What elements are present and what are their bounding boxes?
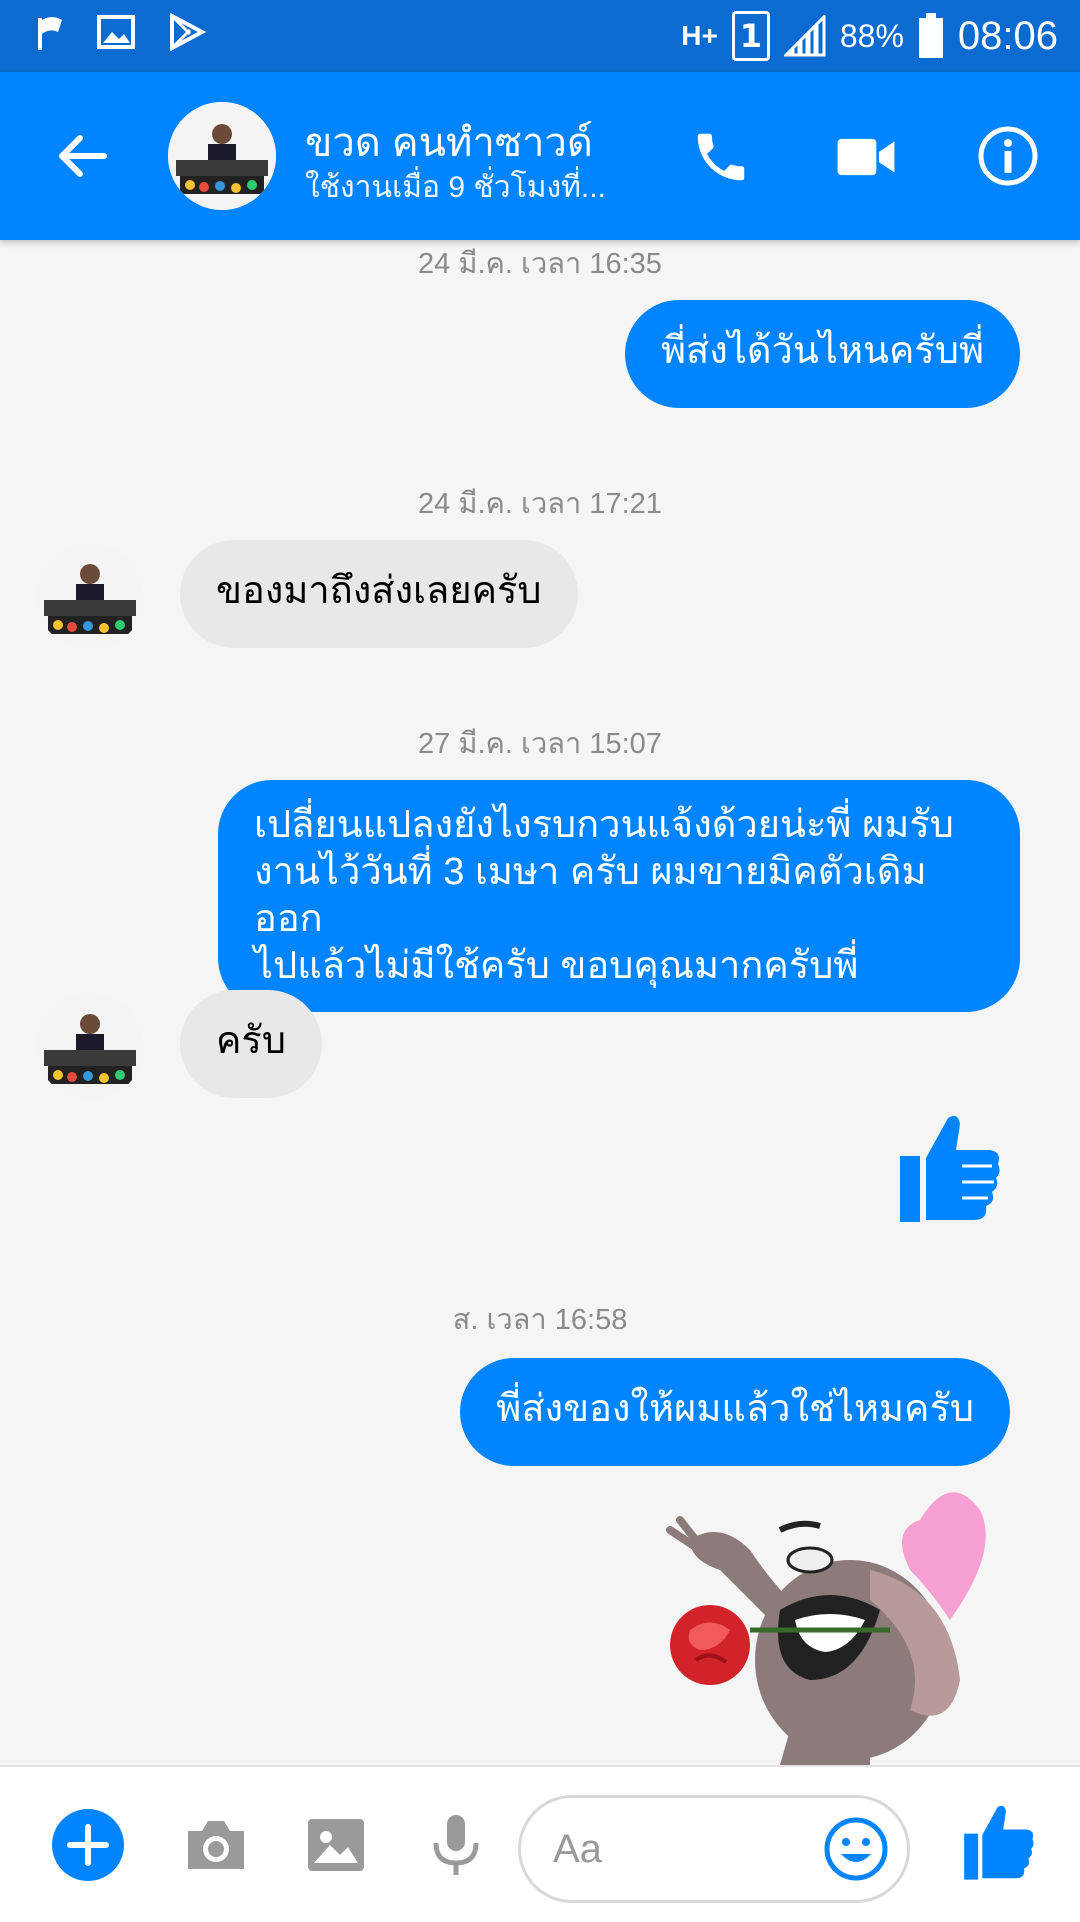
flag-notification-icon xyxy=(38,17,62,50)
timestamp: 24 มี.ค. เวลา 16:35 xyxy=(418,248,662,280)
dog-with-rose-sticker[interactable] xyxy=(630,1480,1010,1765)
contact-avatar-small[interactable] xyxy=(36,992,144,1100)
battery-icon xyxy=(918,13,943,58)
back-arrow-icon[interactable] xyxy=(50,124,114,188)
avatar-image xyxy=(36,992,144,1100)
signal-icon xyxy=(783,15,826,57)
message-input-box[interactable] xyxy=(518,1795,910,1903)
like-icon[interactable] xyxy=(960,1803,1038,1881)
emoji-icon[interactable] xyxy=(823,1816,889,1882)
contact-avatar-small[interactable] xyxy=(36,542,144,650)
message-line: เปลี่ยนแปลงยังไงรบกวนแจ้งด้วยน่ะพี่ ผมรั… xyxy=(254,804,954,846)
clock: 08:06 xyxy=(957,13,1058,58)
message-line: ไปแล้วไม่มีใช้ครับ ขอบคุณมากครับพี่ xyxy=(254,945,859,987)
incoming-message[interactable]: ครับ xyxy=(180,990,322,1098)
status-bar: H+ 1 88% 08:06 xyxy=(0,0,1080,72)
message-line: งานไว้วันที่ 3 เมษา ครับ ผมขายมิคตัวเดิม… xyxy=(254,851,927,940)
plus-icon[interactable] xyxy=(52,1809,124,1881)
camera-icon[interactable] xyxy=(180,1809,252,1881)
avatar-image xyxy=(168,102,276,210)
video-camera-icon[interactable] xyxy=(835,128,897,186)
outgoing-message-long[interactable]: เปลี่ยนแปลงยังไงรบกวนแจ้งด้วยน่ะพี่ ผมรั… xyxy=(218,780,1020,1012)
outgoing-message[interactable]: พี่ส่งของให้ผมแล้วใช่ไหมครับ xyxy=(460,1358,1010,1466)
microphone-icon[interactable] xyxy=(420,1809,492,1881)
image-notification-icon xyxy=(97,15,135,49)
timestamp: 24 มี.ค. เวลา 17:21 xyxy=(418,488,662,520)
contact-avatar[interactable] xyxy=(168,102,276,210)
incoming-message[interactable]: ของมาถึงส่งเลยครับ xyxy=(180,540,578,648)
conversation-header: ขวด คนทำซาวด์ ใช้งานเมื่อ 9 ชั่วโมงที่..… xyxy=(0,72,1080,240)
play-store-icon xyxy=(170,12,206,52)
message-input[interactable] xyxy=(551,1818,815,1880)
message-composer xyxy=(0,1765,1080,1922)
info-icon[interactable] xyxy=(976,124,1040,188)
network-type-label: H+ xyxy=(681,20,718,51)
avatar-image xyxy=(36,542,144,650)
battery-percent: 88% xyxy=(839,17,904,54)
timestamp: ส. เวลา 16:58 xyxy=(452,1304,628,1336)
timestamp: 27 มี.ค. เวลา 15:07 xyxy=(418,728,662,760)
outgoing-message[interactable]: พี่ส่งได้วันไหนครับพี่ xyxy=(624,300,1020,408)
image-icon[interactable] xyxy=(300,1809,372,1881)
message-list[interactable]: 24 มี.ค. เวลา 16:35 พี่ส่งได้วันไหนครับพ… xyxy=(0,240,1080,1765)
phone-icon[interactable] xyxy=(690,126,752,188)
sim-icon: 1 xyxy=(731,11,770,61)
contact-last-active: ใช้งานเมื่อ 9 ชั่วโมงที่... xyxy=(305,171,606,204)
sent-like-icon[interactable] xyxy=(898,1112,1002,1224)
